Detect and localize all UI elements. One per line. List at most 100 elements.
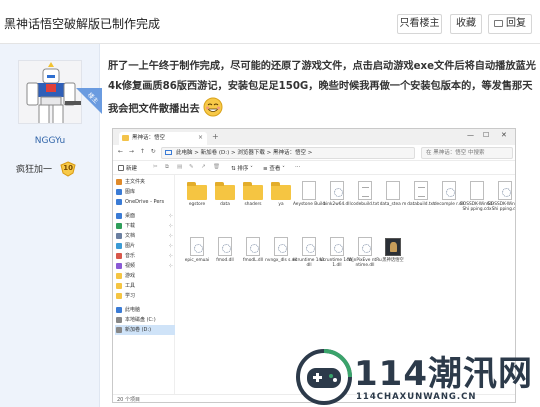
explorer-tab-title: 黑神话：悟空 bbox=[132, 135, 166, 141]
author-username[interactable]: NGGYu bbox=[0, 136, 100, 146]
thread-title: 黑神话悟空破解版已制作完成 bbox=[4, 17, 161, 31]
file-item: data bbox=[210, 181, 240, 221]
folder-icon bbox=[243, 181, 263, 201]
folder-icon bbox=[215, 181, 235, 201]
rename-icon: ✎ bbox=[189, 164, 194, 170]
explorer-nav-pane: 主文件夹 图库 OneDrive - Pers 桌面 ⊹ 下载 ⊹ 文档 ⊹ 图片 ⊹ 音乐 ⊹ 视频 ⊹ 游… bbox=[113, 175, 175, 394]
explorer-titlebar: 黑神话：悟空 × + — ☐ ✕ bbox=[113, 129, 515, 145]
pin-icon: ⊹ bbox=[168, 233, 173, 239]
copy-icon: ⧉ bbox=[165, 164, 169, 170]
level-badge: 10 bbox=[60, 160, 76, 177]
game-exe-icon bbox=[383, 237, 403, 257]
gamepad-logo-icon bbox=[296, 349, 352, 405]
file-item: epic_emuai bbox=[182, 237, 212, 277]
dll-file-icon bbox=[355, 237, 375, 257]
file-item: decomple r.dll bbox=[434, 181, 464, 221]
smile-emoji-icon bbox=[203, 97, 223, 117]
folder-icon bbox=[116, 273, 122, 279]
file-item: codebuild.txt bbox=[350, 181, 380, 221]
file-icon bbox=[467, 181, 487, 201]
dll-file-icon bbox=[327, 237, 347, 257]
file-item: vcruntime 140.dll bbox=[293, 237, 325, 277]
file-icon bbox=[383, 181, 403, 201]
folder-icon bbox=[271, 181, 291, 201]
author-only-button[interactable]: 只看楼主 bbox=[397, 14, 442, 34]
nav-item: 工具 bbox=[115, 281, 175, 291]
drive-icon bbox=[116, 317, 122, 323]
pc-icon bbox=[165, 150, 172, 155]
nav-item-label: 主文件夹 bbox=[125, 179, 146, 185]
file-item: vcruntime 140_1.dll bbox=[320, 237, 354, 277]
nav-item-label: 图片 bbox=[125, 243, 136, 249]
author-panel: 楼主 NGGYu 疯狂加一 10 bbox=[0, 44, 102, 407]
folder-icon bbox=[187, 181, 207, 201]
nav-item-label: 音乐 bbox=[125, 253, 136, 259]
address-path: 此电脑 > 新加卷 (D:) > 浏览器下载 > 黑神话：悟空 > bbox=[161, 147, 415, 159]
nav-item-label: 图库 bbox=[125, 189, 136, 195]
nav-item: 本地磁盘 (C:) bbox=[115, 315, 175, 325]
nav-item: 图片 ⊹ bbox=[115, 241, 175, 251]
folder-icon bbox=[122, 135, 129, 141]
cloud-icon bbox=[116, 199, 122, 205]
video-icon bbox=[116, 263, 122, 269]
post-body-text: 肝了一上午终于制作完成，尽可能的还原了游戏文件，点击启动游戏exe文件后将自动播… bbox=[108, 61, 536, 115]
favorite-button[interactable]: 收藏 bbox=[450, 14, 482, 34]
file-item: nvngx_dls s.dll bbox=[265, 237, 297, 277]
file-name: 黑神话悟空 bbox=[382, 258, 404, 263]
nav-item-label: 工具 bbox=[125, 283, 136, 289]
nav-item-label: 游戏 bbox=[125, 273, 136, 279]
dll-file-icon bbox=[271, 237, 291, 257]
minimize-icon: — bbox=[467, 131, 474, 139]
nav-item-label: 桌面 bbox=[125, 213, 136, 219]
pc-icon bbox=[116, 307, 122, 313]
nav-item-label: 视频 bbox=[125, 263, 136, 269]
plus-icon bbox=[118, 165, 124, 171]
nav-item-label: 本地磁盘 (C:) bbox=[125, 317, 156, 323]
nav-item-label: 文档 bbox=[125, 233, 136, 239]
pin-icon: ⊹ bbox=[168, 263, 173, 269]
share-icon: ↗ bbox=[201, 164, 206, 170]
folder-icon bbox=[116, 293, 122, 299]
pin-icon: ⊹ bbox=[168, 213, 173, 219]
nav-item: 新加卷 (D:) bbox=[115, 325, 175, 335]
file-item: databuild.txt bbox=[406, 181, 436, 221]
file-item: bink2w64.dll bbox=[322, 181, 352, 221]
dll-file-icon bbox=[495, 181, 515, 201]
nav-item: 学习 bbox=[115, 291, 175, 301]
reply-button[interactable]: 回复 bbox=[488, 14, 532, 34]
desktop-icon bbox=[116, 213, 122, 219]
pin-icon: ⊹ bbox=[168, 243, 173, 249]
author-rank: 疯狂加一 10 bbox=[16, 158, 76, 177]
file-item: shaders bbox=[238, 181, 268, 221]
nav-item: 此电脑 bbox=[115, 305, 175, 315]
file-item: 黑神话悟空 bbox=[378, 237, 408, 277]
explorer-command-bar: 新建 ✂ ⧉ ▤ ✎ ↗ 🗑 ⇅ 排序 ˅ ≡ 查看 ˅ ··· bbox=[113, 161, 515, 175]
explorer-tab: 黑神话：悟空 × bbox=[119, 132, 207, 145]
maximize-icon: ☐ bbox=[483, 131, 490, 139]
document-icon bbox=[116, 233, 122, 239]
delete-icon: 🗑 bbox=[213, 164, 220, 170]
file-item: WinPixEve ntRuntime.dll bbox=[348, 237, 382, 277]
dll-file-icon bbox=[215, 237, 235, 257]
avatar[interactable] bbox=[18, 60, 82, 124]
nav-item: 视频 ⊹ bbox=[115, 261, 175, 271]
home-icon bbox=[116, 179, 122, 185]
nav-item-label: 新加卷 (D:) bbox=[125, 327, 152, 333]
nav-item-label: 此电脑 bbox=[125, 307, 141, 313]
watermark-url: 114CHAXUNWANG.CN bbox=[356, 392, 477, 402]
close-tab-icon: × bbox=[197, 134, 203, 141]
nav-item: 桌面 ⊹ bbox=[115, 211, 175, 221]
op-badge: 楼主 bbox=[76, 88, 102, 114]
sort-command: ⇅ 排序 ˅ bbox=[231, 166, 253, 172]
pin-icon: ⊹ bbox=[168, 253, 173, 259]
nav-item: 图库 bbox=[115, 187, 175, 197]
dll-file-icon bbox=[243, 237, 263, 257]
drive-icon bbox=[116, 327, 122, 333]
close-icon: ✕ bbox=[501, 131, 507, 139]
file-item: ya bbox=[266, 181, 296, 221]
reply-icon bbox=[494, 20, 503, 27]
dll-file-icon bbox=[187, 237, 207, 257]
more-icon: ··· bbox=[295, 164, 301, 170]
nav-item: 音乐 ⊹ bbox=[115, 251, 175, 261]
gundam-avatar-image bbox=[19, 61, 81, 123]
